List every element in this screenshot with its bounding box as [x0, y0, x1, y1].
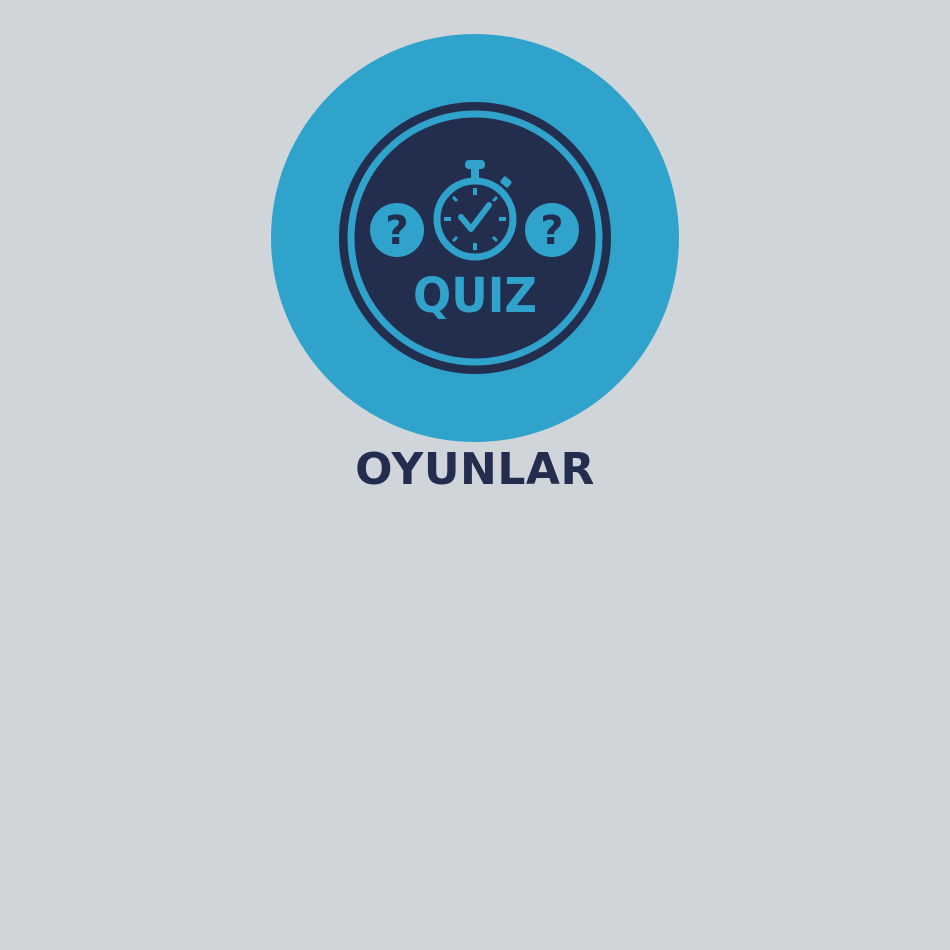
question-right-icon: ? [525, 203, 579, 257]
quiz-logo: ? ? QUIZ [271, 34, 679, 442]
svg-text:?: ? [540, 208, 563, 254]
tile-caption: OYUNLAR [355, 444, 595, 495]
quiz-logo-graphic: ? ? QUIZ [271, 34, 679, 442]
svg-text:?: ? [385, 208, 408, 254]
games-tile[interactable]: ? ? QUIZ OYUNLAR [0, 0, 950, 950]
question-left-icon: ? [370, 203, 424, 257]
quiz-logo-text: QUIZ [413, 268, 537, 324]
